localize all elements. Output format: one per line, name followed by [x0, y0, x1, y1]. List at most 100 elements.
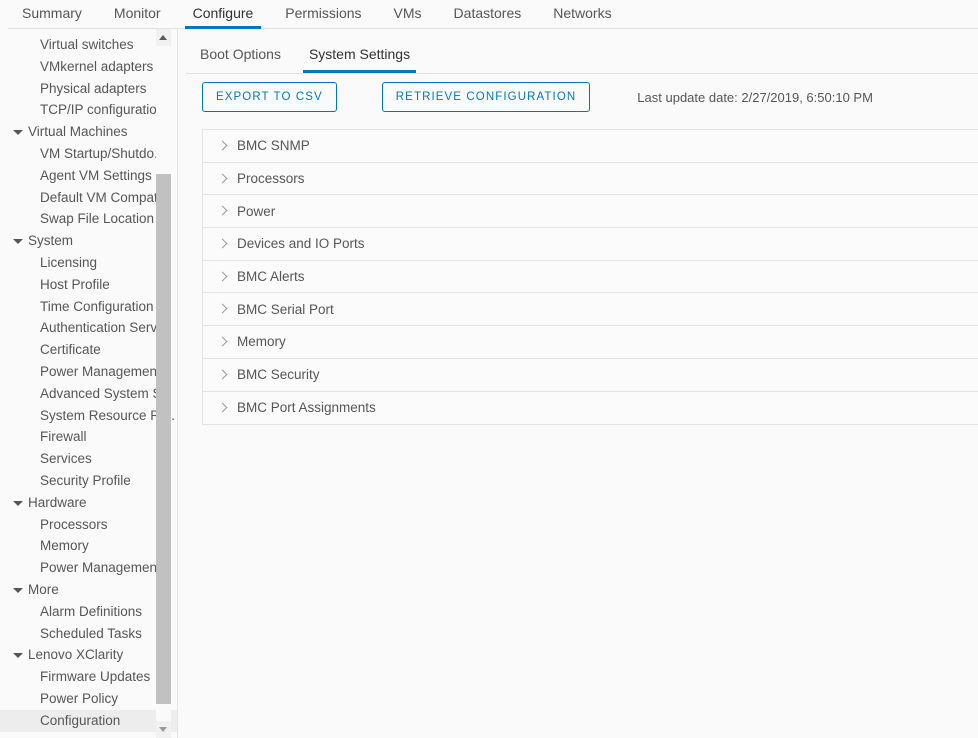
sidebar-item-power-policy[interactable]: Power Policy	[0, 688, 177, 710]
tab-summary[interactable]: Summary	[6, 0, 98, 29]
sidebar-item-label: Default VM Compati..	[40, 189, 169, 205]
sidebar-item-label: Agent VM Settings	[40, 167, 152, 183]
accordion-row[interactable]: BMC Serial Port	[203, 293, 978, 327]
last-update-date: Last update date: 2/27/2019, 6:50:10 PM	[637, 89, 873, 105]
sidebar-item-label: Physical adapters	[40, 80, 147, 96]
caret-down-icon	[13, 587, 23, 593]
tab-monitor[interactable]: Monitor	[98, 0, 177, 29]
caret-down-icon	[13, 500, 23, 506]
sidebar-item-label: Configuration	[40, 712, 121, 728]
tab-networks[interactable]: Networks	[537, 0, 627, 29]
sidebar-item-services[interactable]: Services	[0, 448, 177, 470]
accordion-row-label: BMC Alerts	[237, 269, 305, 285]
sidebar-scrollbar-thumb[interactable]	[156, 174, 171, 704]
accordion-row-label: BMC Serial Port	[237, 301, 334, 317]
sidebar-item-memory[interactable]: Memory	[0, 535, 177, 557]
sidebar-item-label: Scheduled Tasks	[40, 625, 142, 641]
caret-up-icon	[159, 35, 167, 40]
primary-tab-bar: Summary Monitor Configure Permissions VMs Dat…	[0, 0, 978, 29]
sidebar-item-virtual-switches[interactable]: Virtual switches	[0, 34, 177, 56]
sidebar-item-vm-startup-shutdo[interactable]: VM Startup/Shutdo...	[0, 143, 177, 165]
sidebar-item-power-management[interactable]: Power Management	[0, 557, 177, 579]
accordion-row[interactable]: BMC Security	[203, 358, 978, 392]
sidebar-item-default-vm-compati[interactable]: Default VM Compati..	[0, 187, 177, 209]
sidebar-item-label: Security Profile	[40, 472, 131, 488]
accordion-row[interactable]: Devices and IO Ports	[203, 228, 978, 261]
sidebar-item-label: Virtual switches	[40, 37, 134, 52]
sidebar-item-label: Host Profile	[40, 276, 110, 292]
sidebar-item-advanced-system-s[interactable]: Advanced System S..	[0, 383, 177, 405]
sidebar-item-authentication-servi[interactable]: Authentication Servi..	[0, 317, 177, 339]
secondary-tab-underline	[186, 73, 978, 74]
sidebar-item-label: Licensing	[40, 254, 98, 270]
retrieve-configuration-button[interactable]: RETRIEVE CONFIGURATION	[381, 82, 591, 112]
page-body: Virtual switches VMkernel adapters Physica…	[0, 29, 978, 738]
chevron-right-icon	[217, 369, 229, 381]
sidebar-item-licensing[interactable]: Licensing	[0, 252, 177, 274]
accordion-row[interactable]: Power	[203, 195, 978, 229]
sidebar-item-label: Power Management	[40, 560, 161, 576]
sidebar-item-vmkernel-adapters[interactable]: VMkernel adapters	[0, 56, 177, 78]
sidebar-item-scheduled-tasks[interactable]: Scheduled Tasks	[0, 623, 177, 645]
sidebar-item-label: Lenovo XClarity	[28, 647, 124, 663]
secondary-tab-bar: Boot Options System Settings	[178, 29, 978, 73]
sidebar-item-hardware[interactable]: Hardware	[0, 492, 177, 514]
subtab-boot-options[interactable]: Boot Options	[186, 41, 295, 73]
sidebar-item-alarm-definitions[interactable]: Alarm Definitions	[0, 601, 177, 623]
caret-down-icon	[13, 239, 23, 245]
sidebar-item-tcp-ip-configuration[interactable]: TCP/IP configuration	[0, 99, 177, 121]
tab-permissions[interactable]: Permissions	[269, 0, 377, 29]
accordion-row[interactable]: BMC Port Assignments	[203, 391, 978, 425]
caret-down-icon	[159, 727, 167, 732]
chevron-right-icon	[217, 402, 229, 414]
tab-datastores[interactable]: Datastores	[438, 0, 538, 29]
accordion-row[interactable]: BMC SNMP	[203, 130, 978, 163]
export-to-csv-button[interactable]: EXPORT TO CSV	[202, 82, 337, 112]
sidebar-item-host-profile[interactable]: Host Profile	[0, 274, 177, 296]
chevron-right-icon	[217, 205, 229, 217]
sidebar-item-lenovo-xclarity[interactable]: Lenovo XClarity	[0, 644, 177, 666]
sidebar-item-firewall[interactable]: Firewall	[0, 426, 177, 448]
sidebar-item-label: Advanced System S..	[40, 385, 170, 401]
tab-configure[interactable]: Configure	[177, 0, 270, 29]
chevron-right-icon	[217, 336, 229, 348]
sidebar-item-label: VM Startup/Shutdo...	[40, 145, 166, 161]
accordion-row-label: Processors	[237, 171, 305, 187]
sidebar-item-label: Memory	[40, 538, 89, 554]
sidebar-item-label: System	[28, 233, 74, 249]
sidebar-item-system-resource-re[interactable]: System Resource Re..	[0, 405, 177, 427]
sidebar-item-power-management[interactable]: Power Management	[0, 361, 177, 383]
accordion-row-label: Power	[237, 203, 276, 219]
sidebar-item-agent-vm-settings[interactable]: Agent VM Settings	[0, 165, 177, 187]
sidebar-item-label: Certificate	[40, 342, 101, 358]
sidebar-item-configuration[interactable]: Configuration	[0, 709, 177, 732]
sidebar-item-certificate[interactable]: Certificate	[0, 339, 177, 361]
sidebar-item-label: Time Configuration	[40, 298, 154, 314]
accordion-row-label: Memory	[237, 334, 286, 350]
scroll-up-button[interactable]	[156, 29, 171, 46]
sidebar-item-security-profile[interactable]: Security Profile	[0, 470, 177, 492]
sidebar-item-time-configuration[interactable]: Time Configuration	[0, 296, 177, 318]
sidebar-item-label: Virtual Machines	[28, 124, 128, 140]
sidebar-item-processors[interactable]: Processors	[0, 514, 177, 536]
accordion-row-label: BMC Port Assignments	[237, 400, 376, 416]
accordion-row[interactable]: Processors	[203, 162, 978, 196]
sidebar-item-more[interactable]: More	[0, 579, 177, 601]
accordion-row[interactable]: BMC Alerts	[203, 260, 978, 294]
sidebar-item-virtual-machines[interactable]: Virtual Machines	[0, 121, 177, 143]
sidebar-item-label: Power Management	[40, 363, 161, 379]
sidebar-item-system[interactable]: System	[0, 230, 177, 252]
chevron-right-icon	[217, 140, 229, 152]
main-content: Boot Options System Settings EXPORT TO CS…	[178, 29, 978, 738]
sidebar-item-label: More	[28, 581, 59, 597]
sidebar-item-firmware-updates[interactable]: Firmware Updates	[0, 666, 177, 688]
sidebar-item-label: Alarm Definitions	[40, 603, 143, 619]
sidebar-item-label: Firewall	[40, 429, 87, 445]
subtab-system-settings[interactable]: System Settings	[295, 41, 424, 73]
sidebar-item-swap-file-location[interactable]: Swap File Location	[0, 208, 177, 230]
sidebar-item-label: Hardware	[28, 494, 87, 510]
accordion-row[interactable]: Memory	[203, 326, 978, 359]
tab-vms[interactable]: VMs	[378, 0, 438, 29]
scroll-down-button[interactable]	[156, 721, 171, 738]
sidebar-item-physical-adapters[interactable]: Physical adapters	[0, 78, 177, 100]
